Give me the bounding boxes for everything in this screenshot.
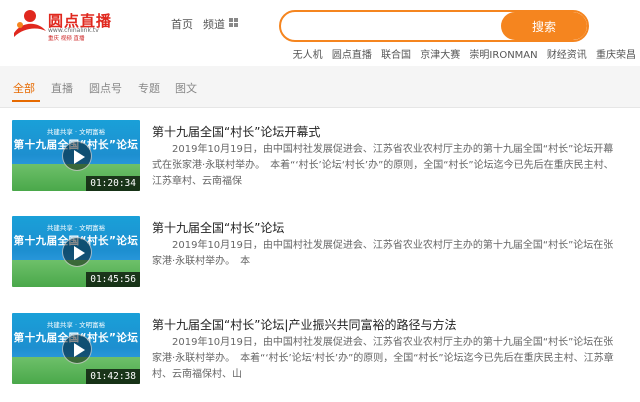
- logo-subtitle: 重庆 视频 直播: [48, 36, 85, 42]
- result-description: 2019年10月19日，由中国村社发展促进会、江苏省农业农村厅主办的第十九届全国…: [152, 337, 614, 380]
- search-input[interactable]: [291, 16, 497, 36]
- video-thumbnail[interactable]: 共建共享 · 文明富裕 第十九届全国“村长”论坛 01:42:38: [12, 313, 140, 384]
- tab-live[interactable]: 直播: [51, 80, 73, 96]
- nav-channels[interactable]: 频道: [203, 16, 225, 32]
- hot-link[interactable]: 无人机: [293, 50, 323, 61]
- result-description: 2019年10月19日，由中国村社发展促进会、江苏省农业农村厅主办的第十九届全国…: [152, 144, 614, 187]
- video-duration: 01:20:34: [86, 176, 140, 191]
- nav-home[interactable]: 首页: [171, 16, 193, 32]
- result-item[interactable]: 共建共享 · 文明富裕 第十九届全国“村长”论坛 01:45:56 第十九届全国…: [0, 216, 640, 312]
- grid-icon[interactable]: [229, 18, 238, 27]
- site-header: 圆点直播 www.chinalink.tv 重庆 视频 直播 首页 频道 搜索 …: [0, 0, 640, 66]
- site-logo[interactable]: 圆点直播 www.chinalink.tv 重庆 视频 直播: [10, 7, 142, 43]
- result-item[interactable]: 共建共享 · 文明富裕 第十九届全国“村长”论坛 01:42:38 第十九届全国…: [0, 313, 640, 402]
- thumbnail-slogan: 共建共享 · 文明富裕: [46, 224, 106, 232]
- result-title[interactable]: 第十九届全国“村长”论坛: [152, 219, 284, 236]
- video-duration: 01:45:56: [86, 272, 140, 287]
- result-item[interactable]: 共建共享 · 文明富裕 第十九届全国“村长”论坛 01:20:34 第十九届全国…: [0, 120, 640, 216]
- play-icon[interactable]: [62, 141, 92, 171]
- tab-channel-accounts[interactable]: 圆点号: [89, 80, 122, 96]
- search-box: 搜索: [279, 10, 589, 42]
- video-thumbnail[interactable]: 共建共享 · 文明富裕 第十九届全国“村长”论坛 01:45:56: [12, 216, 140, 287]
- video-duration: 01:42:38: [86, 369, 140, 384]
- tab-topics[interactable]: 专题: [138, 80, 160, 96]
- play-icon[interactable]: [62, 334, 92, 364]
- hot-link[interactable]: 重庆荣昌: [596, 50, 636, 61]
- hot-link[interactable]: 京津大赛: [420, 50, 460, 61]
- tab-all[interactable]: 全部: [13, 80, 35, 96]
- hot-link[interactable]: 联合国: [381, 50, 411, 61]
- hot-link[interactable]: 崇明IRONMAN: [469, 50, 537, 61]
- thumbnail-slogan: 共建共享 · 文明富裕: [46, 321, 106, 329]
- result-title[interactable]: 第十九届全国“村长”论坛开幕式: [152, 123, 320, 140]
- active-tab-indicator: [12, 100, 40, 102]
- logo-url: www.chinalink.tv: [48, 27, 99, 34]
- hot-links: 无人机 圆点直播 联合国 京津大赛 崇明IRONMAN 财经资讯 重庆荣昌: [287, 46, 636, 61]
- search-button[interactable]: 搜索: [501, 12, 587, 40]
- hot-link[interactable]: 圆点直播: [332, 50, 372, 61]
- result-title[interactable]: 第十九届全国“村长”论坛|产业振兴共同富裕的路径与方法: [152, 316, 456, 333]
- result-tabs: 全部 直播 圆点号 专题 图文: [0, 66, 640, 108]
- hot-link[interactable]: 财经资讯: [547, 50, 587, 61]
- tab-articles[interactable]: 图文: [175, 80, 197, 96]
- thumbnail-slogan: 共建共享 · 文明富裕: [46, 128, 106, 136]
- result-description: 2019年10月19日，由中国村社发展促进会、江苏省农业农村厅主办的第十九届全国…: [152, 240, 614, 267]
- logo-mark-icon: [14, 10, 46, 37]
- play-icon[interactable]: [62, 237, 92, 267]
- video-thumbnail[interactable]: 共建共享 · 文明富裕 第十九届全国“村长”论坛 01:20:34: [12, 120, 140, 191]
